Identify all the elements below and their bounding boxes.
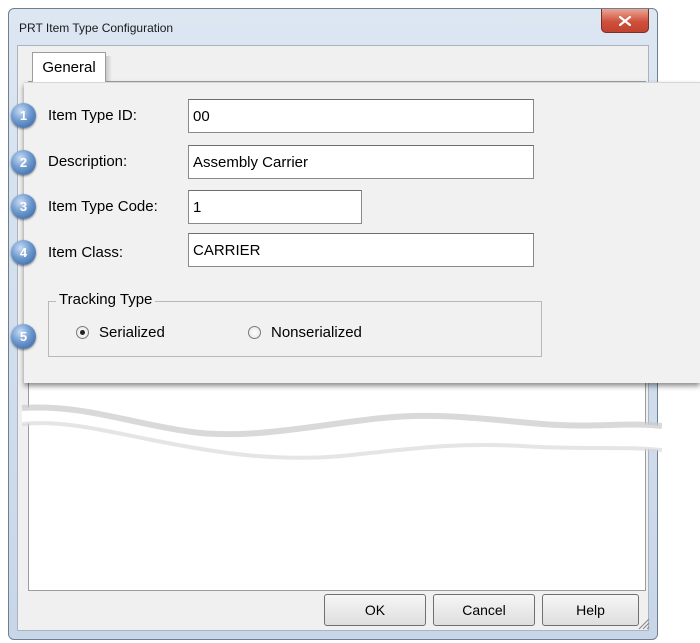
item-type-id-field[interactable]: 00 [188,99,534,133]
step-badge-4: 4 [11,240,36,265]
step-badge-1: 1 [11,103,36,128]
item-class-field[interactable]: CARRIER [188,233,534,267]
item-type-code-field[interactable]: 1 [188,190,362,224]
step-badge-3: 3 [11,194,36,219]
description-label: Description: [48,153,128,170]
help-button[interactable]: Help [542,594,639,626]
nonserialized-label: Nonserialized [271,324,362,341]
close-icon [619,15,631,26]
step-badge-2: 2 [11,150,36,175]
item-type-id-label: Item Type ID: [48,107,137,124]
window-title: PRT Item Type Configuration [19,21,174,35]
title-bar[interactable]: PRT Item Type Configuration [9,9,657,45]
tab-divider [106,56,112,82]
serialized-radio[interactable] [76,326,89,339]
step-badge-5: 5 [11,324,36,349]
close-button[interactable] [601,9,649,33]
radio-selected-dot-icon [80,330,85,335]
serialized-label: Serialized [99,324,165,341]
tab-general[interactable]: General [32,52,106,82]
resize-grip-icon[interactable] [636,616,650,630]
serialized-option[interactable]: Serialized [76,324,165,341]
description-field[interactable]: Assembly Carrier [188,145,534,179]
nonserialized-radio[interactable] [248,326,261,339]
torn-edge-graphic [22,404,662,460]
tracking-type-legend: Tracking Type [56,291,156,308]
ok-button[interactable]: OK [324,594,426,626]
cancel-button[interactable]: Cancel [433,594,535,626]
nonserialized-option[interactable]: Nonserialized [248,324,362,341]
item-type-code-label: Item Type Code: [48,198,158,215]
item-class-label: Item Class: [48,244,124,261]
